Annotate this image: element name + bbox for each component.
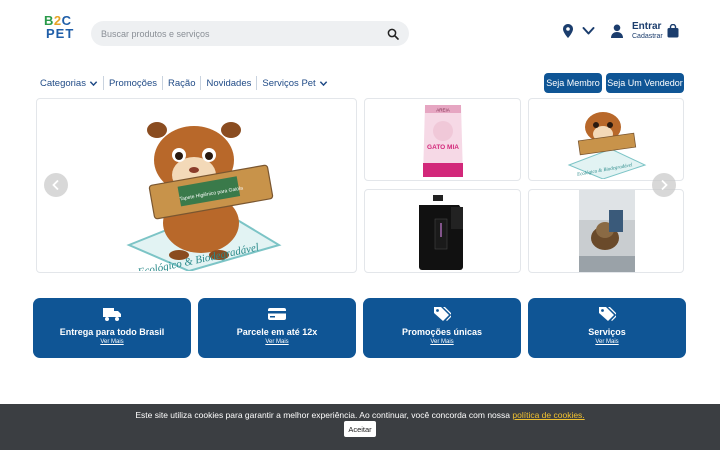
- guinea-pig-thumb-image: Ecológico & Biodegradável: [567, 112, 647, 179]
- truck-icon: [103, 308, 121, 321]
- cookie-policy-link[interactable]: política de cookies.: [512, 410, 584, 420]
- product-name-text: GATO MIA: [427, 144, 459, 151]
- feature-title: Promoções únicas: [401, 327, 483, 337]
- login-link[interactable]: Entrar: [632, 21, 661, 32]
- nav-item-novidades[interactable]: Novidades: [206, 78, 256, 89]
- main-banner[interactable]: Tapete Higiênico para Gaiola Ecológico &…: [36, 98, 357, 273]
- chevron-down-icon: [89, 80, 98, 86]
- feature-link[interactable]: Ver Mais: [33, 339, 191, 345]
- brand-logo[interactable]: B2C PET: [44, 14, 80, 44]
- feature-card-services[interactable]: Serviços Ver Mais: [528, 298, 686, 358]
- accept-cookies-button[interactable]: Aceitar: [344, 421, 376, 437]
- thumb-cat-litter[interactable]: AREIA GATO MIA: [364, 98, 521, 181]
- grooming-photo-image: [579, 190, 635, 272]
- nav-item-racao[interactable]: Ração: [168, 78, 200, 89]
- location-pin-icon[interactable]: [563, 24, 573, 38]
- feature-link[interactable]: Ver Mais: [198, 339, 356, 345]
- cookie-banner: Este site utiliza cookies para garantir …: [0, 404, 720, 450]
- carousel-prev-button[interactable]: [44, 173, 68, 197]
- nav-divider: [102, 76, 104, 90]
- nav-item-categorias[interactable]: Categorias: [40, 78, 103, 89]
- thumb-shampoo[interactable]: [364, 189, 521, 273]
- thumb-grooming[interactable]: [528, 189, 684, 273]
- nav-item-servicos-pet[interactable]: Serviços Pet: [262, 78, 332, 89]
- chevron-down-icon: [319, 80, 327, 86]
- feature-title: Parcele em até 12x: [236, 327, 318, 337]
- tags-icon: [599, 307, 616, 321]
- nav-divider: [200, 76, 202, 90]
- feature-card-promotions[interactable]: Promoções únicas Ver Mais: [363, 298, 521, 358]
- feature-title: Entrega para todo Brasil: [59, 327, 165, 337]
- main-nav: Categorias Promoções Ração Novidades Ser…: [40, 76, 333, 90]
- cat-litter-bag-image: AREIA GATO MIA: [423, 105, 463, 177]
- feature-card-delivery[interactable]: Entrega para todo Brasil Ver Mais: [33, 298, 191, 358]
- nav-divider: [162, 76, 164, 90]
- feature-link[interactable]: Ver Mais: [363, 339, 521, 345]
- member-button[interactable]: Seja Membro: [544, 73, 602, 93]
- tags-icon: [434, 307, 451, 321]
- feature-link[interactable]: Ver Mais: [528, 339, 686, 345]
- thumb-guinea-pig[interactable]: Ecológico & Biodegradável: [528, 98, 684, 181]
- register-link[interactable]: Cadastrar: [632, 33, 663, 40]
- chevron-down-icon[interactable]: [582, 26, 595, 36]
- guinea-pig-banner-image: Tapete Higiênico para Gaiola Ecológico &…: [126, 122, 282, 271]
- credit-card-icon: [268, 308, 286, 320]
- search-icon[interactable]: [387, 28, 399, 40]
- shopping-bag-icon[interactable]: [667, 24, 679, 38]
- shampoo-gallon-image: [419, 195, 463, 270]
- user-icon[interactable]: [611, 24, 623, 38]
- search-bar: [91, 21, 409, 46]
- page: B2C PET Entrar Cadastrar Categorias Prom…: [0, 0, 720, 450]
- feature-card-installments[interactable]: Parcele em até 12x Ver Mais: [198, 298, 356, 358]
- chevron-left-icon: [52, 179, 59, 191]
- search-input[interactable]: [101, 28, 387, 39]
- product-brand-text: AREIA: [436, 108, 450, 113]
- chevron-right-icon: [661, 179, 668, 191]
- feature-title: Serviços: [588, 327, 626, 337]
- carousel-next-button[interactable]: [652, 173, 676, 197]
- nav-item-promocoes[interactable]: Promoções: [109, 78, 162, 89]
- cookie-message: Este site utiliza cookies para garantir …: [135, 410, 585, 420]
- seller-button[interactable]: Seja Um Vendedor: [606, 73, 684, 93]
- nav-divider: [256, 76, 258, 90]
